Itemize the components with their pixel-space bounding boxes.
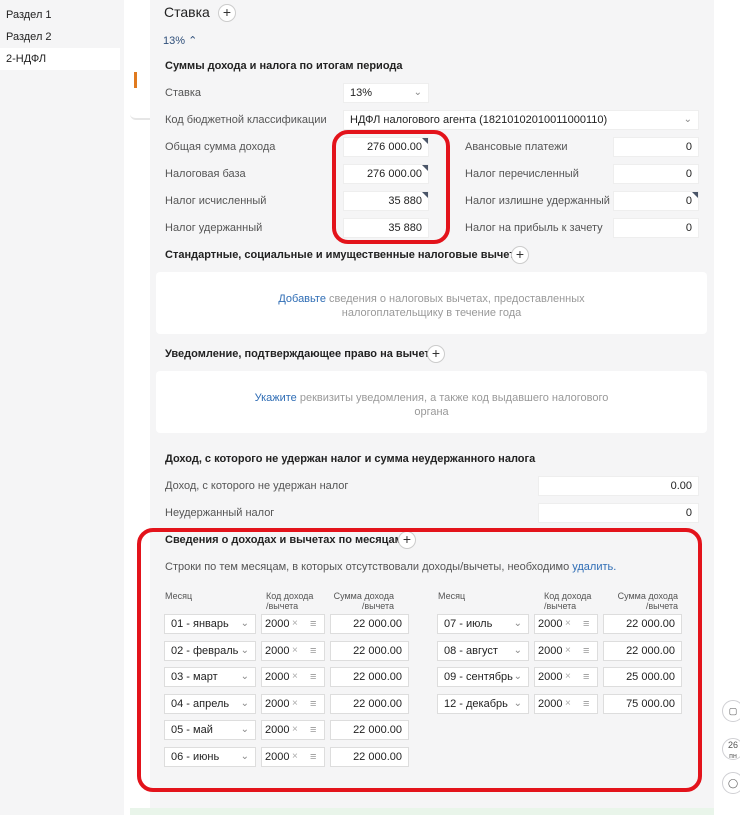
calendar-button[interactable]: 26 пн xyxy=(722,738,740,760)
unwithheld-section-title: Доход, с которого не удержан налог и сум… xyxy=(165,453,536,465)
profit-tax-offset-label: Налог на прибыль к зачету xyxy=(465,222,603,234)
tax-transferred-label: Налог перечисленный xyxy=(465,168,579,180)
tax-overwithheld-label: Налог излишне удержанный xyxy=(465,195,610,207)
period-section-title: Суммы дохода и налога по итогам периода xyxy=(165,60,403,72)
notes-icon[interactable]: ▢ xyxy=(722,700,740,722)
add-deduction-button[interactable]: + xyxy=(511,246,529,264)
bottom-status-bar xyxy=(130,808,714,815)
total-income-label: Общая сумма дохода xyxy=(165,141,276,153)
rate-label: Ставка xyxy=(165,87,201,99)
tax-base-label: Налоговая база xyxy=(165,168,246,180)
add-notification-button[interactable]: + xyxy=(427,345,445,363)
kbk-label: Код бюджетной классификации xyxy=(165,114,327,126)
notification-hint-2: органа xyxy=(414,406,449,418)
tax-overwithheld-input[interactable]: 0 xyxy=(613,191,699,211)
sidebar-item-razdel-1[interactable]: Раздел 1 xyxy=(0,4,120,26)
rate-tab-label: 13% xyxy=(163,35,186,47)
sidebar-item-razdel-2[interactable]: Раздел 2 xyxy=(0,26,120,48)
advance-payments-label: Авансовые платежи xyxy=(465,141,568,153)
chevron-down-icon: ⌄ xyxy=(413,87,422,98)
sidebar xyxy=(0,0,124,815)
deductions-section-title: Стандартные, социальные и имущественные … xyxy=(165,249,525,261)
tax-calculated-label: Налог исчисленный xyxy=(165,195,267,207)
add-rate-button[interactable]: + xyxy=(218,4,236,22)
unwithheld-tax-input[interactable]: 0 xyxy=(538,503,699,523)
deductions-empty-card: Добавьте сведения о налоговых вычетах, п… xyxy=(156,272,707,334)
calendar-day: 26 xyxy=(727,740,738,750)
tax-withheld-label: Налог удержанный xyxy=(165,222,263,234)
add-deduction-link[interactable]: Добавьте xyxy=(278,293,326,305)
notification-hint-1: реквизиты уведомления, а также код выдав… xyxy=(296,392,609,404)
highlight-frame-totals xyxy=(332,130,450,244)
notification-empty-card: Укажите реквизиты уведомления, а также к… xyxy=(156,371,707,433)
calendar-weekday: пн xyxy=(729,753,737,760)
tax-transferred-input[interactable]: 0 xyxy=(613,164,699,184)
right-toolbar xyxy=(714,0,740,815)
highlight-frame-monthly xyxy=(137,528,702,792)
chevron-up-icon: ⌃ xyxy=(188,35,198,47)
kbk-select[interactable]: НДФЛ налогового агента (1821010201001100… xyxy=(343,110,699,130)
rate-tab-13[interactable]: 13% ⌃ xyxy=(163,34,197,47)
notification-section-title: Уведомление, подтверждающее право на выч… xyxy=(165,348,430,360)
chat-icon[interactable]: ◯ xyxy=(722,772,740,794)
sidebar-item-2-ndfl[interactable]: 2-НДФЛ xyxy=(0,48,120,70)
deductions-hint-2: налогоплательщику в течение года xyxy=(341,307,522,319)
advance-payments-input[interactable]: 0 xyxy=(613,137,699,157)
background-card-marker xyxy=(134,72,137,88)
rate-title: Ставка xyxy=(164,4,210,20)
deductions-hint-1: сведения о налоговых вычетах, предоставл… xyxy=(325,293,585,305)
background-card xyxy=(130,0,150,120)
specify-notification-link[interactable]: Укажите xyxy=(255,392,297,404)
unwithheld-income-input[interactable]: 0.00 xyxy=(538,476,699,496)
rate-select[interactable]: 13% ⌄ xyxy=(343,83,429,103)
unwithheld-income-label: Доход, с которого не удержан налог xyxy=(165,480,349,492)
profit-tax-offset-input[interactable]: 0 xyxy=(613,218,699,238)
chevron-down-icon: ⌄ xyxy=(683,114,692,125)
unwithheld-tax-label: Неудержанный налог xyxy=(165,507,275,519)
